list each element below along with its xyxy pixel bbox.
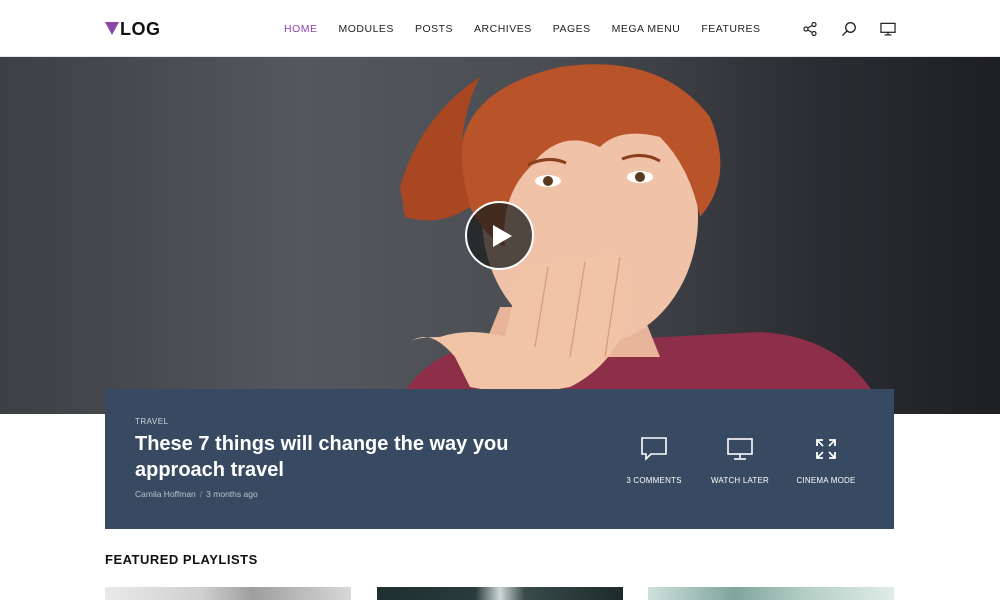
logo-text: LOG <box>120 18 161 39</box>
comments-button[interactable]: 3 COMMENTS <box>611 435 697 485</box>
comment-icon <box>639 435 669 463</box>
play-button[interactable] <box>465 201 534 270</box>
playlist-thumbnail[interactable] <box>648 587 894 600</box>
nav-item-archives[interactable]: ARCHIVES <box>474 23 532 35</box>
nav-item-features[interactable]: FEATURES <box>701 23 760 35</box>
monitor-icon[interactable] <box>880 21 896 37</box>
watch-later-label: WATCH LATER <box>710 476 770 485</box>
play-icon <box>492 224 512 247</box>
featured-playlists-heading: FEATURED PLAYLISTS <box>105 552 258 567</box>
playlist-thumbnail[interactable] <box>377 587 623 600</box>
post-category[interactable]: TRAVEL <box>135 417 169 426</box>
search-icon[interactable] <box>841 21 857 37</box>
post-date: 3 months ago <box>206 489 258 499</box>
cinema-mode-label: CINEMA MODE <box>796 476 856 485</box>
meta-separator: / <box>199 489 203 499</box>
post-actions: 3 COMMENTS WATCH LATER CINEMA MODE <box>611 435 869 485</box>
post-meta: Camila Hoffman / 3 months ago <box>135 489 258 499</box>
post-author[interactable]: Camila Hoffman <box>135 489 196 499</box>
share-icon[interactable] <box>802 21 818 37</box>
nav-item-pages[interactable]: PAGES <box>553 23 591 35</box>
hero-video[interactable] <box>0 57 1000 414</box>
site-header: LOG HOME MODULES POSTS ARCHIVES PAGES ME… <box>0 0 1000 57</box>
cinema-mode-button[interactable]: CINEMA MODE <box>783 435 869 485</box>
watch-later-button[interactable]: WATCH LATER <box>697 435 783 485</box>
nav-item-posts[interactable]: POSTS <box>415 23 453 35</box>
expand-icon <box>811 435 841 463</box>
nav-item-modules[interactable]: MODULES <box>339 23 394 35</box>
nav-item-home[interactable]: HOME <box>284 23 318 35</box>
main-nav: HOME MODULES POSTS ARCHIVES PAGES MEGA M… <box>284 0 782 57</box>
comments-label: 3 COMMENTS <box>626 476 682 485</box>
site-logo[interactable]: LOG <box>105 18 161 40</box>
post-title[interactable]: These 7 things will change the way you a… <box>135 431 575 483</box>
playlist-thumbnail[interactable] <box>105 587 351 600</box>
header-actions <box>802 0 896 57</box>
post-info-panel: TRAVEL These 7 things will change the wa… <box>105 389 894 529</box>
monitor-icon <box>725 435 755 463</box>
nav-item-mega-menu[interactable]: MEGA MENU <box>612 23 681 35</box>
logo-triangle-icon <box>105 21 119 35</box>
